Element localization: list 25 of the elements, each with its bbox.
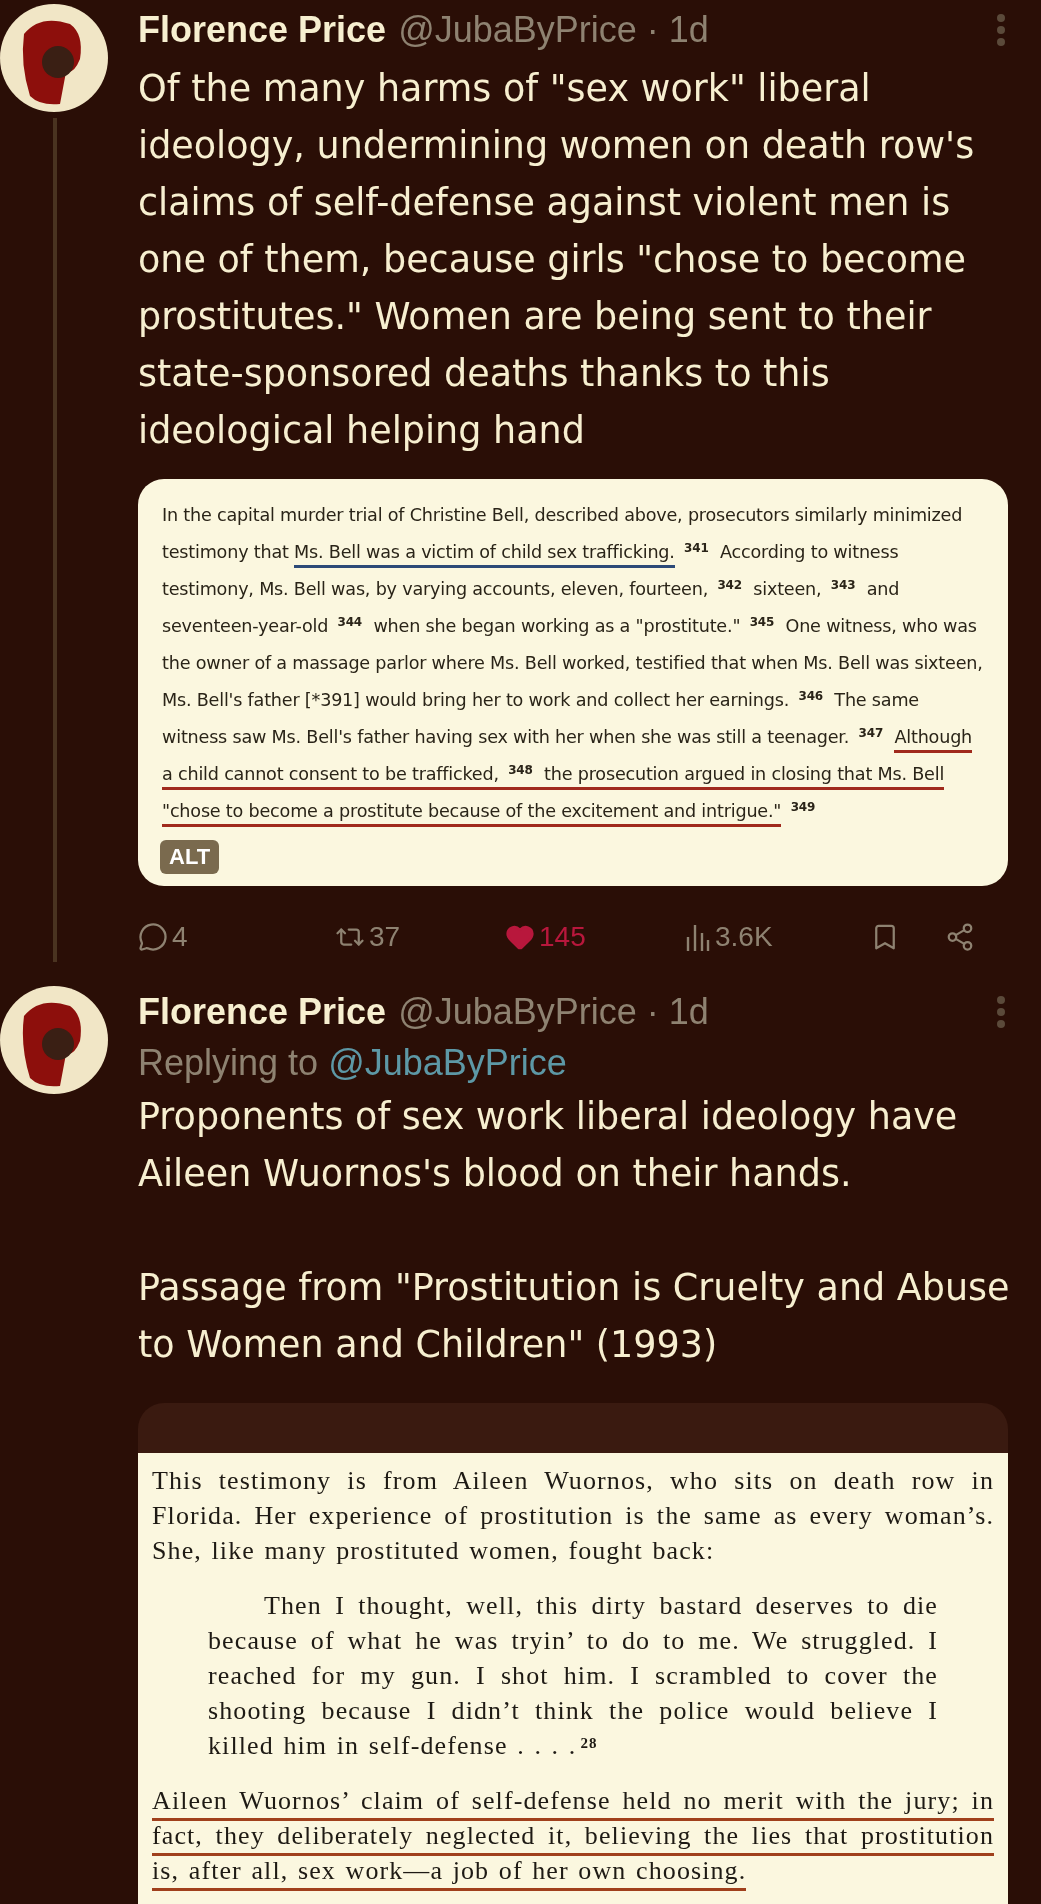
author-name[interactable]: Florence Price: [138, 9, 387, 51]
tweet-text: Passage from "Prostitution is Cruelty and Abuse to Women and Children" (1993): [138, 1265, 1011, 1368]
image-card[interactable]: [138, 479, 1008, 886]
repost-button[interactable]: 37: [335, 921, 505, 953]
tweet-text: Of the many harms of "sex work" liberal ideology, undermining women on death row's claims of self-defense against violent men is one of them, because girls "chose to become prostitutes." Women are being sent to their state-sponsored deaths thanks to this ideological helping hand: [138, 66, 976, 454]
document-text: In the capital murder trial of Christine Bell, described above, prosecutors similarly minimized testimony that Ms. Bell was a victim of child sex trafficking. $^{341}$ According to witness testimony, Ms. Bell was, by varying accounts, eleven, fourteen, $^{342}$ sixteen, $^{343}$ and seventeen-year-old $^{344}$ when she began working as a "prostitute." $^{345}$ One witness, who was the owner of a massage parlor where Ms. Bell worked, testified that when Ms. Bell was sixteen, Ms. Bell's father [*391] would bring her to work and collect her earnings. $^{346}$ The same witness saw Ms. Bell's father having sex with her when she was still a teenager. $^{347}$ Although a child cannot consent to be trafficked, $^{348}$ the prosecution argued in closing that Ms. Bell "chose to become a prostitute because of the excitement and intrigue." $^{349}$: [162, 497, 986, 830]
views-button[interactable]: 3.6K: [685, 921, 870, 953]
mention-link[interactable]: @JubaByPrice: [328, 1042, 567, 1083]
author-name[interactable]: Florence Price: [138, 991, 387, 1033]
quote-text: Then I thought, well, this dirty bastard deserves to die because of what he was tryin’ to do to me. We struggled. I reached for my gun. I shot him. I scrambled to cover the shooting because I didn’t think the police would believe I killed him in self-defense . . . .$^{28}$: [207, 1590, 939, 1762]
document-text: Aileen Wuornos’ claim of self-defense held no merit with the jury; in fact, they deliberately neglected it, believing the lies that prostitution is, after all, sex work—a job of her own choosing.: [152, 1783, 994, 1888]
author-handle: @JubaByPrice · 1d: [398, 9, 710, 51]
image-card[interactable]: [138, 1403, 1008, 1904]
like-button[interactable]: 145: [505, 921, 685, 953]
avatar[interactable]: [0, 986, 108, 1094]
reply-button[interactable]: 4: [138, 921, 335, 953]
views-icon: [685, 923, 711, 951]
alt-badge[interactable]: ALT: [160, 840, 220, 874]
replying-to-text: Replying to @JubaByPrice: [138, 1042, 568, 1084]
share-icon: [945, 922, 975, 952]
document-text: This testimony is from Aileen Wuornos, who sits on death row in Florida. Her experience of prostitution is the same as every woman’s. She, like many prostituted women, fought back:: [152, 1465, 994, 1567]
tweet-text: Proponents of sex work liberal ideology have Aileen Wuornos's blood on their hands.: [138, 1094, 959, 1197]
reply-icon: [138, 922, 168, 952]
avatar[interactable]: [0, 4, 108, 112]
author-handle: @JubaByPrice · 1d: [398, 991, 710, 1033]
